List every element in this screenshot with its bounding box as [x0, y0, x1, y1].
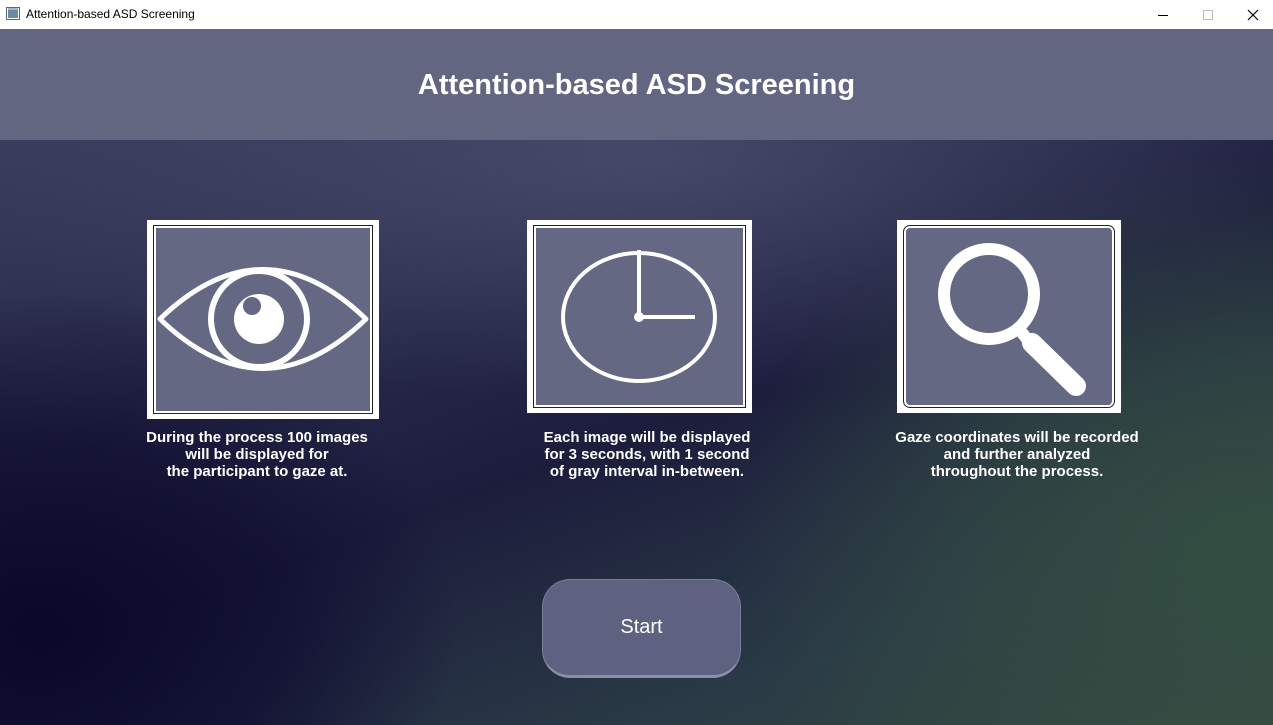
maximize-button[interactable]: [1185, 0, 1231, 29]
title-bar[interactable]: Attention-based ASD Screening: [0, 0, 1273, 29]
close-button[interactable]: [1230, 0, 1273, 29]
app-window-icon: [6, 7, 20, 20]
maximize-icon: [1203, 9, 1213, 20]
clock-card: [527, 220, 752, 413]
page-title: Attention-based ASD Screening: [417, 69, 856, 101]
window-title: Attention-based ASD Screening: [26, 7, 195, 21]
minimize-button[interactable]: [1140, 0, 1186, 29]
start-button[interactable]: Start: [542, 579, 741, 678]
magnifier-card-caption: Gaze coordinates will be recorded and fu…: [895, 429, 1139, 480]
header-bar: Attention-based ASD Screening: [0, 29, 1273, 140]
app-window: Attention-based ASD Screening Attention-…: [0, 0, 1273, 725]
clock-card-caption: Each image will be displayed for 3 secon…: [543, 429, 751, 480]
clock-icon: [561, 250, 717, 383]
minimize-icon: [1158, 14, 1168, 16]
main-area: Attention-based ASD Screening During the…: [0, 29, 1273, 725]
close-icon: [1247, 9, 1259, 20]
eye-icon: [157, 267, 369, 371]
eye-card: [147, 220, 379, 419]
magnifier-card: [897, 220, 1121, 413]
eye-card-caption: During the process 100 images will be di…: [146, 429, 368, 480]
magnifier-icon: [938, 243, 1086, 396]
